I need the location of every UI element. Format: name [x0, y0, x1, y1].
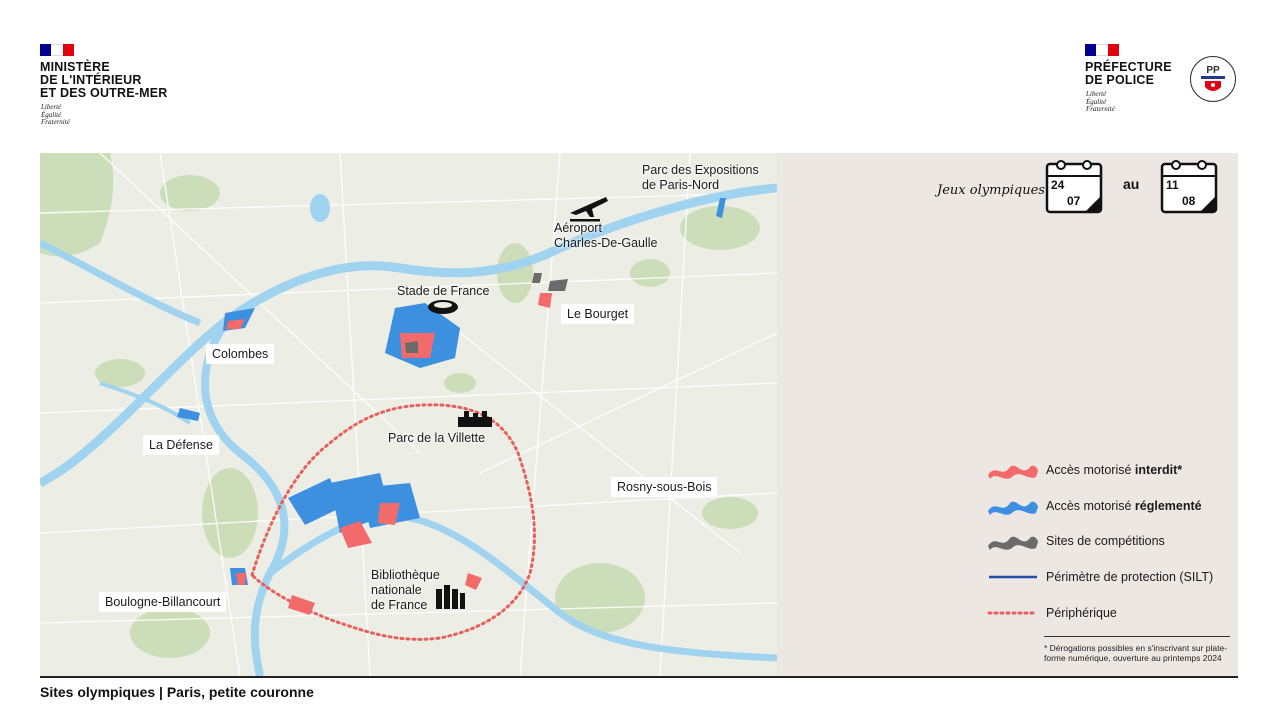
- end-day: 11: [1166, 178, 1179, 192]
- lake: [310, 194, 330, 222]
- silt-line-icon: [989, 575, 1037, 579]
- prefecture-police-logo: PP: [1190, 56, 1236, 102]
- ministry-flag: [40, 44, 74, 56]
- dotted-line-icon: [987, 611, 1039, 615]
- footer-title: Sites olympiques | Paris, petite couronn…: [40, 684, 314, 700]
- label-la-defense: La Défense: [143, 435, 219, 455]
- label-colombes: Colombes: [206, 344, 275, 364]
- footnote-divider: [1044, 636, 1230, 637]
- calendar-start-icon: 24 07: [1045, 156, 1103, 214]
- logo-text: PP: [1206, 65, 1220, 76]
- legend-item-periph: Périphérique: [986, 602, 1117, 624]
- date-connector: au: [1123, 176, 1140, 192]
- label-stade-de-france: Stade de France: [397, 284, 490, 298]
- footer-divider: [40, 676, 1238, 678]
- legend-item-reglemente: Accès motorisé réglementé: [986, 495, 1202, 517]
- legend-item-silt: Périmètre de protection (SILT): [986, 566, 1213, 588]
- calendar-end-icon: 11 08: [1160, 156, 1218, 214]
- map[interactable]: Parc des Expositions de Paris-Nord Aérop…: [40, 153, 777, 676]
- end-month: 08: [1182, 194, 1196, 208]
- ministry-name: MINISTÈRE DE L'INTÉRIEUR ET DES OUTRE-ME…: [40, 60, 168, 100]
- label-le-bourget: Le Bourget: [561, 304, 635, 324]
- prefecture-flag: [1085, 44, 1119, 56]
- prefecture-name: PRÉFECTURE DE POLICE: [1085, 60, 1172, 87]
- label-parc-expositions: Parc des Expositions de Paris-Nord: [642, 163, 759, 192]
- footnote: * Dérogations possibles en s'inscrivant …: [1044, 643, 1228, 663]
- ministry-motto: Liberté Égalité Fraternité: [41, 103, 70, 126]
- label-aeroport-cdg: Aéroport Charles-De-Gaulle: [554, 221, 658, 250]
- red-brush-icon: [988, 465, 1038, 479]
- event-label: Jeux olympiques: [937, 183, 1045, 198]
- start-month: 07: [1067, 194, 1081, 208]
- grey-brush-icon: [988, 536, 1038, 550]
- start-day: 24: [1051, 178, 1065, 192]
- legend-item-competition: Sites de compétitions: [986, 530, 1165, 552]
- label-parc-villette: Parc de la Villette: [388, 431, 486, 445]
- blue-brush-icon: [988, 501, 1038, 515]
- label-bibliotheque: Bibliothèque nationale de France: [371, 568, 440, 612]
- stadium-icon: [428, 300, 458, 314]
- legend-panel: [777, 153, 1238, 676]
- legend-item-interdit: Accès motorisé interdit*: [986, 459, 1182, 481]
- prefecture-motto: Liberté Égalité Fraternité: [1086, 90, 1115, 113]
- label-boulogne: Boulogne-Billancourt: [99, 592, 227, 612]
- label-rosny: Rosny-sous-Bois: [611, 477, 718, 497]
